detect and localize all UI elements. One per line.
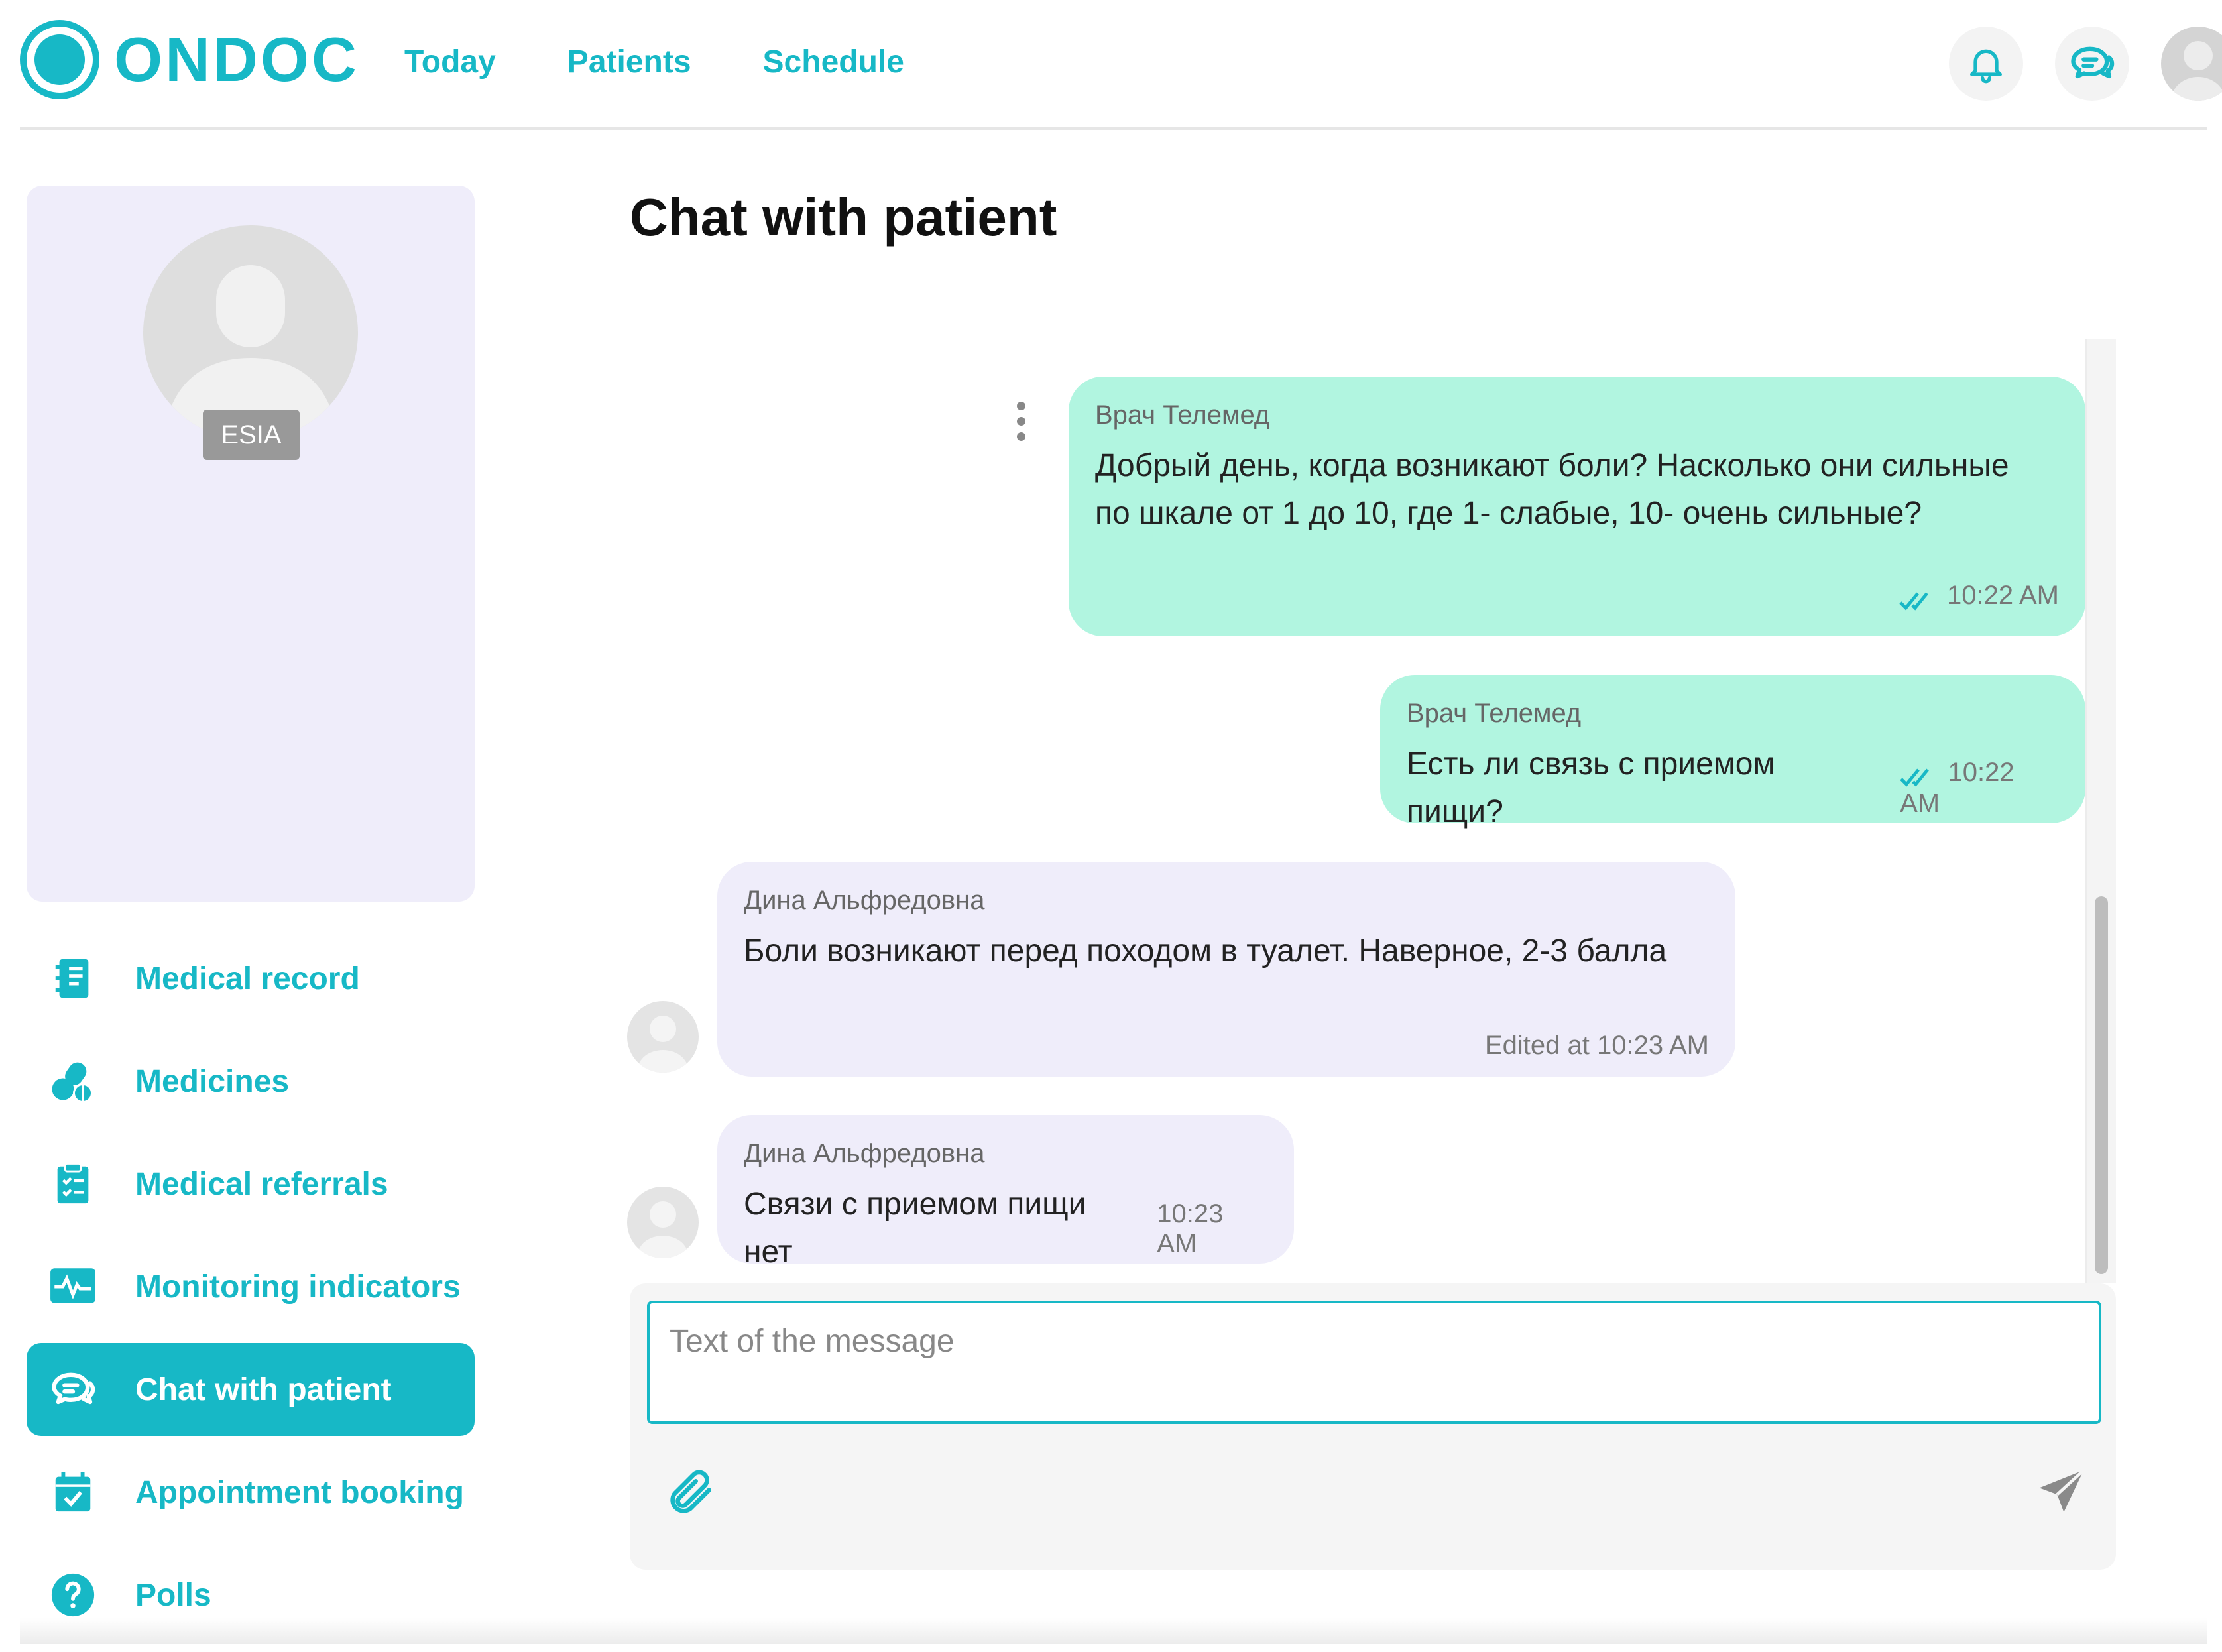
message-bubble-doctor[interactable]: Врач Телемед Есть ли связь с приемом пищ…	[1380, 675, 2085, 829]
chat-scrollbar-thumb[interactable]	[2095, 896, 2108, 1274]
paperclip-icon	[670, 1470, 711, 1513]
message-text: Связи с приемом пищи нет	[744, 1187, 1086, 1269]
patient-mini-avatar	[627, 1187, 699, 1258]
top-header: ONDOC Today Patients Schedule	[20, 0, 2222, 130]
bell-icon	[1970, 49, 2002, 84]
message-time: 10:23 AM	[1157, 1199, 1224, 1258]
bottom-divider	[20, 1618, 2207, 1644]
sidebar-item-monitoring-indicators[interactable]: Monitoring indicators	[27, 1240, 475, 1333]
esia-badge: ESIA	[203, 410, 300, 460]
message-meta: 10:22 AM	[1899, 581, 2059, 613]
sidebar-item-chat-with-patient[interactable]: Chat with patient	[27, 1343, 475, 1436]
medical-record-icon	[46, 952, 99, 1005]
logo-mark	[20, 20, 99, 99]
send-button[interactable]	[2028, 1462, 2095, 1522]
question-icon	[46, 1568, 99, 1622]
medicines-icon	[46, 1055, 99, 1108]
user-silhouette-icon	[163, 265, 338, 440]
user-silhouette-icon	[638, 1201, 688, 1258]
sidebar-item-label: Monitoring indicators	[135, 1269, 461, 1305]
message-options-icon[interactable]	[1017, 402, 1026, 441]
message-bubble-doctor[interactable]: Врач Телемед Добрый день, когда возникаю…	[1069, 377, 2085, 636]
calendar-icon	[46, 1466, 99, 1519]
message-sender: Дина Альфредовна	[744, 886, 985, 915]
patient-mini-avatar	[627, 1001, 699, 1073]
message-text: Боли возникают перед походом в туалет. Н…	[744, 933, 1667, 969]
page-title: Chat with patient	[630, 188, 1057, 247]
sidebar-item-medicines[interactable]: Medicines	[27, 1035, 475, 1128]
sidebar-item-label: Medicines	[135, 1063, 290, 1099]
message-text: Добрый день, когда возникают боли? Наско…	[1095, 448, 2009, 531]
message-time: Edited at 10:23 AM	[1484, 1031, 1709, 1060]
messages-button[interactable]	[2055, 27, 2129, 101]
logo[interactable]: ONDOC	[20, 20, 359, 99]
sidebar-item-medical-referrals[interactable]: Medical referrals	[27, 1138, 475, 1230]
clipboard-icon	[46, 1157, 99, 1210]
sidebar-item-label: Chat with patient	[135, 1372, 392, 1407]
nav-today[interactable]: Today	[404, 44, 496, 80]
nav-patients[interactable]: Patients	[567, 44, 691, 80]
notifications-button[interactable]	[1949, 27, 2023, 101]
read-checkmarks-icon	[1899, 592, 1928, 611]
chat-icon	[2071, 46, 2115, 79]
message-bubble-patient[interactable]: Дина Альфредовна Связи с приемом пищи не…	[717, 1115, 1294, 1269]
sidebar-item-appointment-booking[interactable]: Appointment booking	[27, 1446, 475, 1539]
patient-profile-card: ESIA	[27, 186, 475, 902]
message-meta: 10:22 AM	[1900, 758, 2059, 819]
sidebar-item-label: Appointment booking	[135, 1474, 464, 1510]
message-bubble-patient[interactable]: Дина Альфредовна Боли возникают перед по…	[717, 862, 1735, 1077]
message-composer	[630, 1283, 2116, 1570]
nav-schedule[interactable]: Schedule	[763, 44, 904, 80]
message-text: Есть ли связь с приемом пищи?	[1407, 746, 1775, 829]
main-nav: Today Patients Schedule	[404, 44, 904, 80]
read-checkmarks-icon	[1900, 768, 1929, 787]
sidebar-item-medical-record[interactable]: Medical record	[27, 932, 475, 1025]
message-sender: Врач Телемед	[1407, 699, 1582, 728]
message-time: 10:22 AM	[1946, 581, 2059, 611]
attach-button[interactable]	[662, 1462, 721, 1522]
sidebar-item-label: Polls	[135, 1577, 211, 1613]
monitor-icon	[46, 1260, 99, 1313]
patient-avatar	[143, 225, 358, 440]
user-silhouette-icon	[2172, 41, 2222, 101]
message-sender: Дина Альфредовна	[744, 1139, 985, 1168]
brand-name: ONDOC	[114, 25, 359, 94]
sidebar-item-label: Medical record	[135, 961, 360, 996]
send-icon	[2039, 1468, 2085, 1512]
sidebar-item-label: Medical referrals	[135, 1166, 388, 1202]
chat-icon	[46, 1363, 99, 1416]
message-input[interactable]	[647, 1301, 2101, 1424]
user-avatar[interactable]	[2161, 27, 2222, 101]
user-silhouette-icon	[638, 1016, 688, 1073]
message-sender: Врач Телемед	[1095, 400, 1270, 430]
sidebar-menu: Medical record Medicines Medical referra…	[27, 932, 475, 1651]
